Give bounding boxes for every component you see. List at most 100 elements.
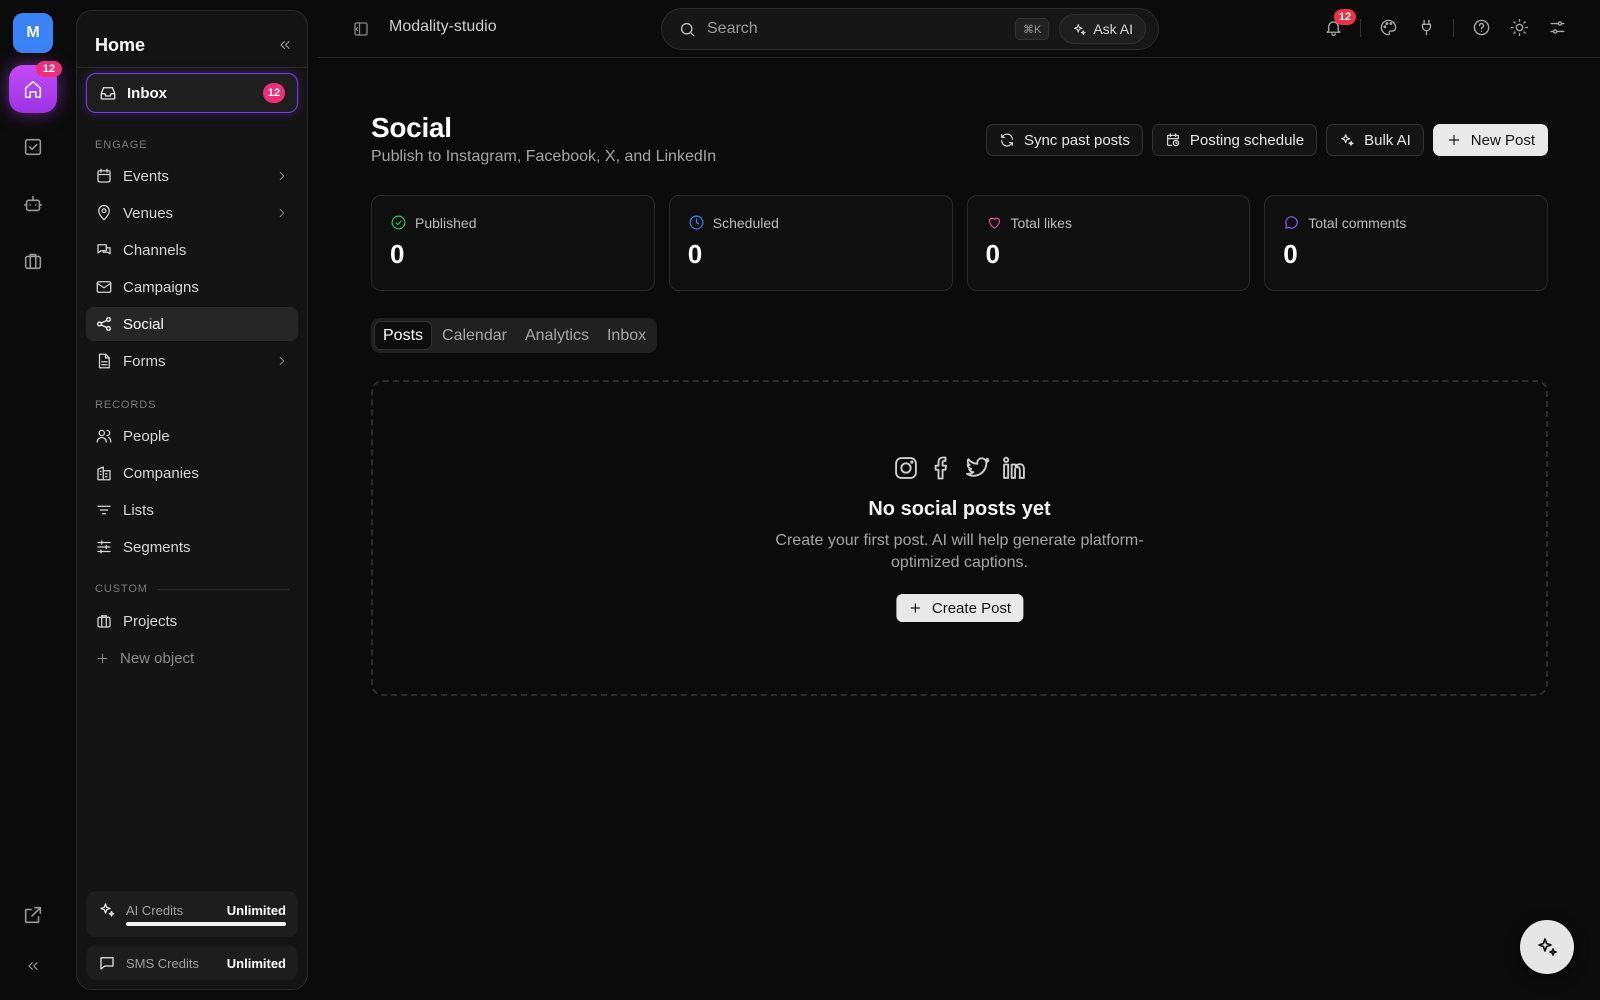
search-input[interactable]: Search — [707, 20, 1005, 38]
divider — [1453, 18, 1454, 37]
rail-home-badge: 12 — [36, 61, 62, 77]
create-post-button[interactable]: Create Post — [895, 594, 1024, 622]
file-text-icon — [98, 353, 110, 369]
sidebar-item-forms[interactable]: Forms — [86, 344, 298, 378]
stat-card-scheduled: Scheduled 0 — [668, 195, 953, 291]
workspace-avatar[interactable]: M — [13, 13, 53, 53]
help-button[interactable] — [1462, 18, 1500, 37]
rail-bot-button[interactable] — [13, 184, 53, 224]
briefcase-icon — [24, 253, 42, 270]
divider — [1360, 18, 1361, 37]
theme-toggle-button[interactable] — [1500, 18, 1538, 37]
stat-label: Total comments — [1308, 214, 1407, 231]
toggle-sidebar-button[interactable] — [352, 20, 370, 38]
empty-state-title: No social posts yet — [868, 498, 1051, 520]
sidebar-item-segments[interactable]: Segments — [86, 530, 298, 564]
inbox-badge: 12 — [263, 83, 285, 103]
inbox-icon — [100, 87, 116, 100]
sidebar-item-venues[interactable]: Venues — [86, 196, 298, 230]
users-icon — [96, 429, 112, 443]
sidebar-item-label: Lists — [123, 501, 154, 519]
sidebar-title: Home — [95, 34, 146, 55]
sidebar-collapse-button[interactable] — [277, 37, 293, 53]
tab-calendar[interactable]: Calendar — [434, 321, 515, 350]
map-pin-icon — [98, 204, 110, 221]
sidebar-item-campaigns[interactable]: Campaigns — [86, 270, 298, 304]
panel-left-icon — [354, 22, 368, 36]
stat-header: Published — [390, 214, 636, 231]
sms-credits-card: SMS Credits Unlimited — [86, 946, 298, 980]
sms-credits-value: Unlimited — [226, 955, 286, 971]
posting-schedule-label: Posting schedule — [1189, 131, 1305, 149]
tab-analytics[interactable]: Analytics — [517, 321, 597, 350]
ai-credits-progress-fill — [126, 922, 286, 926]
create-post-label: Create Post — [931, 599, 1012, 617]
notifications-button[interactable]: 12 — [1314, 9, 1356, 37]
messages-icon — [97, 244, 111, 255]
section-label-custom: CUSTOM — [95, 583, 148, 595]
comment-icon — [1285, 216, 1299, 229]
bot-icon — [23, 195, 43, 212]
stat-header: Scheduled — [688, 214, 934, 231]
theme-palette-button[interactable] — [1369, 18, 1407, 37]
integrations-button[interactable] — [1407, 18, 1445, 37]
rail-external-link-button[interactable] — [13, 895, 53, 935]
ai-assistant-button[interactable] — [1520, 920, 1574, 974]
platform-icons — [373, 454, 1546, 482]
workspace-name[interactable]: Modality-studio — [389, 18, 497, 36]
stat-card-total-likes: Total likes 0 — [966, 195, 1251, 291]
sms-credits-label: SMS Credits — [126, 955, 199, 971]
sms-credits-row: SMS Credits Unlimited — [98, 954, 286, 972]
rail-tasks-button[interactable] — [13, 127, 53, 167]
check-circle-icon — [391, 215, 406, 230]
rail-projects-button[interactable] — [13, 241, 53, 281]
sidebar-item-companies[interactable]: Companies — [86, 456, 298, 490]
refresh-icon — [1001, 133, 1013, 147]
bulk-ai-label: Bulk AI — [1364, 131, 1411, 149]
page-subtitle: Publish to Instagram, Facebook, X, and L… — [371, 148, 717, 165]
sidebar-item-people[interactable]: People — [86, 419, 298, 453]
external-link-icon — [24, 906, 42, 924]
plus-icon — [97, 653, 108, 663]
section-label-engage: ENGAGE — [95, 139, 148, 151]
search-bar[interactable]: Search ⌘K Ask AI — [661, 8, 1159, 50]
facebook-icon — [934, 456, 947, 480]
sidebar-item-label: Companies — [123, 464, 199, 482]
sidebar-item-channels[interactable]: Channels — [86, 233, 298, 267]
clock-icon — [689, 215, 704, 230]
ask-ai-button[interactable]: Ask AI — [1059, 14, 1146, 44]
twitter-icon — [965, 457, 989, 477]
share-icon — [96, 316, 112, 332]
sidebar-item-social[interactable]: Social — [86, 307, 298, 341]
sidebar-item-label: Events — [123, 167, 169, 185]
sidebar-item-inbox[interactable]: Inbox 12 — [86, 73, 298, 113]
stat-label: Total likes — [1010, 214, 1072, 231]
social-tabs: Posts Calendar Analytics Inbox — [371, 318, 658, 353]
empty-state: No social posts yet Create your first po… — [371, 380, 1548, 696]
posting-schedule-button[interactable]: Posting schedule — [1151, 124, 1318, 156]
sparkles-icon — [1538, 938, 1557, 956]
sync-past-posts-button[interactable]: Sync past posts — [985, 124, 1143, 156]
sidebar-item-projects[interactable]: Projects — [86, 604, 298, 638]
bulk-ai-button[interactable]: Bulk AI — [1326, 124, 1424, 156]
search-icon — [680, 22, 695, 37]
rail-collapse-button[interactable] — [13, 946, 53, 986]
tab-inbox[interactable]: Inbox — [599, 321, 654, 350]
stat-value: 0 — [985, 239, 1000, 269]
sidebar-header: Home — [95, 27, 293, 63]
top-bar: Modality-studio Search ⌘K Ask AI 12 — [318, 0, 1600, 58]
chevron-right-icon — [279, 172, 285, 180]
search-shortcut: ⌘K — [1014, 18, 1050, 40]
tab-posts[interactable]: Posts — [374, 321, 433, 350]
stat-value: 0 — [1283, 239, 1298, 269]
instagram-icon — [894, 457, 917, 479]
sparkles-icon — [1074, 23, 1086, 35]
new-object-button[interactable]: New object — [86, 641, 298, 675]
sidebar-item-label: Social — [123, 315, 164, 333]
sidebar-item-events[interactable]: Events — [86, 159, 298, 193]
settings-button[interactable] — [1538, 18, 1576, 37]
sync-past-posts-label: Sync past posts — [1023, 131, 1130, 149]
sidebar-item-lists[interactable]: Lists — [86, 493, 298, 527]
new-post-button[interactable]: New Post — [1432, 124, 1548, 156]
section-label-records: RECORDS — [95, 399, 157, 411]
